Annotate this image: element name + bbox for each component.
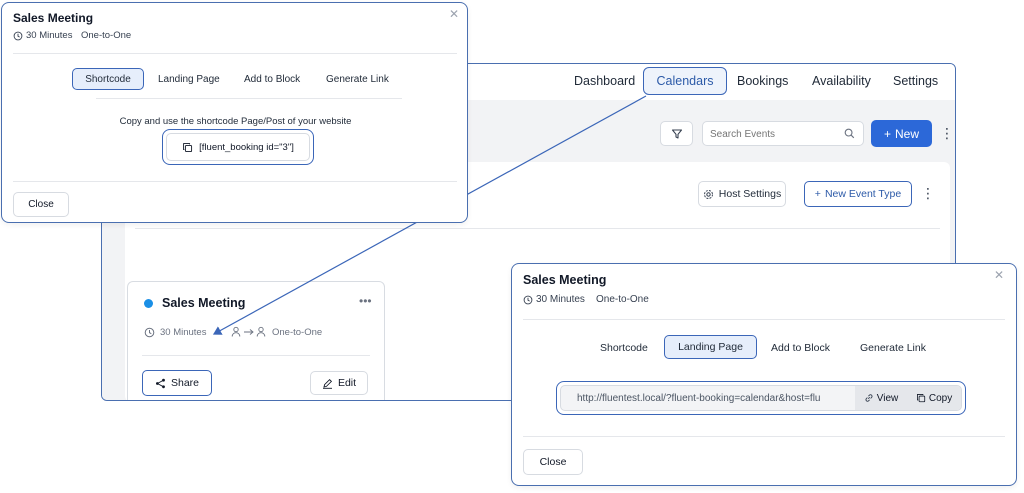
- nav-bookings[interactable]: Bookings: [737, 74, 788, 88]
- tab-add-to-block[interactable]: Add to Block: [244, 74, 300, 85]
- tab-landing-page[interactable]: Landing Page: [664, 335, 757, 359]
- modal-duration: 30 Minutes: [26, 30, 73, 41]
- close-button[interactable]: Close: [523, 449, 583, 475]
- tab-generate-link[interactable]: Generate Link: [326, 74, 389, 85]
- modal-duration: 30 Minutes: [536, 294, 585, 305]
- footer-divider: [13, 181, 457, 182]
- landing-url-box: http://fluentest.local/?fluent-booking=c…: [556, 381, 966, 415]
- event-more-icon[interactable]: •••: [359, 294, 372, 308]
- close-button[interactable]: Close: [13, 192, 69, 217]
- one-to-one-icon: [231, 326, 269, 338]
- view-label: View: [876, 392, 899, 404]
- event-card: Sales Meeting ••• 30 Minutes One-to-One …: [127, 281, 385, 400]
- divider: [135, 228, 940, 229]
- close-icon[interactable]: ✕: [994, 268, 1004, 282]
- clock-icon: [13, 31, 23, 41]
- link-icon: [864, 393, 874, 403]
- tabs-divider: [96, 98, 402, 99]
- copy-label: Copy: [928, 392, 953, 404]
- search-input[interactable]: [710, 125, 830, 143]
- modal-title: Sales Meeting: [523, 273, 607, 287]
- nav-dashboard[interactable]: Dashboard: [574, 74, 635, 88]
- share-icon: [155, 378, 166, 389]
- new-button-label: New: [895, 126, 920, 141]
- edit-label: Edit: [337, 377, 357, 389]
- clock-icon: [523, 295, 533, 305]
- close-icon[interactable]: ✕: [449, 7, 459, 21]
- share-button[interactable]: Share: [142, 370, 212, 396]
- search-icon[interactable]: [844, 128, 855, 139]
- filter-button[interactable]: [660, 121, 693, 146]
- footer-divider: [523, 436, 1005, 437]
- copy-icon: [182, 142, 193, 153]
- filter-icon: [671, 128, 683, 140]
- url-actions: View Copy: [855, 386, 961, 410]
- shortcode-copy-field[interactable]: [fluent_booking id="3"]: [166, 133, 310, 161]
- host-settings-button[interactable]: Host Settings: [698, 181, 786, 207]
- nav-availability[interactable]: Availability: [812, 74, 871, 88]
- tab-shortcode[interactable]: Shortcode: [600, 342, 648, 354]
- modal-event-type: One-to-One: [81, 30, 132, 41]
- panel-more-icon[interactable]: ⋮: [921, 186, 935, 200]
- event-title: Sales Meeting: [162, 296, 246, 310]
- search-events: [702, 121, 864, 146]
- nav-settings[interactable]: Settings: [893, 74, 938, 88]
- tab-generate-link[interactable]: Generate Link: [860, 342, 926, 354]
- copy-button[interactable]: Copy: [916, 393, 952, 404]
- share-label: Share: [170, 377, 200, 389]
- copy-icon: [916, 393, 926, 403]
- pencil-icon: [322, 378, 333, 389]
- more-options-icon[interactable]: ⋮: [940, 126, 954, 140]
- new-event-type-label: New Event Type: [824, 188, 902, 200]
- view-button[interactable]: View: [864, 392, 899, 404]
- event-type: One-to-One: [272, 327, 323, 338]
- new-event-type-button[interactable]: + New Event Type: [804, 181, 912, 207]
- tab-add-to-block[interactable]: Add to Block: [771, 342, 830, 354]
- tab-landing-page[interactable]: Landing Page: [158, 74, 220, 85]
- share-modal-shortcode: Sales Meeting ✕ 30 Minutes One-to-One Sh…: [1, 2, 468, 223]
- shortcode-text: [fluent_booking id="3"]: [199, 141, 294, 153]
- host-settings-label: Host Settings: [718, 188, 782, 200]
- gear-icon: [703, 189, 714, 200]
- new-button[interactable]: + New: [871, 120, 932, 147]
- divider: [13, 53, 457, 54]
- status-dot: [144, 299, 153, 308]
- shortcode-instruction: Copy and use the shortcode Page/Post of …: [119, 116, 352, 127]
- divider: [523, 319, 1005, 320]
- nav-calendars[interactable]: Calendars: [643, 67, 727, 95]
- clock-icon: [144, 327, 155, 338]
- modal-title: Sales Meeting: [13, 11, 94, 25]
- tab-shortcode[interactable]: Shortcode: [72, 68, 144, 90]
- plus-icon: +: [814, 188, 821, 200]
- shortcode-box: [fluent_booking id="3"]: [162, 129, 314, 165]
- landing-url[interactable]: http://fluentest.local/?fluent-booking=c…: [577, 393, 821, 404]
- modal-event-type: One-to-One: [596, 294, 649, 305]
- plus-icon: +: [883, 126, 891, 141]
- landing-url-field: http://fluentest.local/?fluent-booking=c…: [560, 385, 962, 411]
- event-duration: 30 Minutes: [160, 327, 207, 338]
- card-divider: [142, 355, 370, 356]
- edit-button[interactable]: Edit: [310, 371, 368, 395]
- share-modal-landing-page: Sales Meeting ✕ 30 Minutes One-to-One Sh…: [511, 263, 1017, 486]
